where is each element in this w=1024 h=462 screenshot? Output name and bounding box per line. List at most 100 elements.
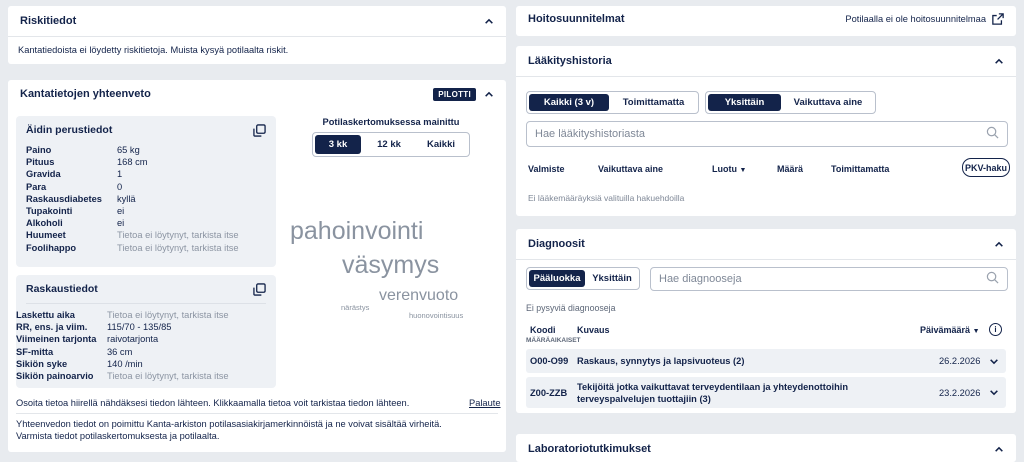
info-row-value: 140 /min [107,358,143,369]
chevron-up-icon[interactable] [484,89,494,99]
info-row[interactable]: Viimeinen tarjonta raivotarjonta [6,333,276,345]
pkv-search-button[interactable]: PKV-haku [962,158,1010,177]
filter-not-delivered[interactable]: Toimittamatta [611,92,696,113]
copy-icon[interactable] [253,282,266,296]
summary-title: Kantatietojen yhteenveto [20,88,151,100]
med-search-input[interactable]: Hae lääkityshistoriasta [526,121,1008,147]
info-row[interactable]: Pituus 168 cm [16,156,276,168]
filter-all-3y[interactable]: Kaikki (3 v) [529,94,609,111]
info-row-value: 65 kg [117,145,140,155]
info-row[interactable]: Sikiön syke 140 /min [6,358,276,370]
mention-word[interactable]: närästys [341,303,369,312]
pregnancy-info-title: Raskaustiedot [26,283,98,295]
diagnosis-description: Raskaus, synnytys ja lapsivuoteus (2) [577,356,745,366]
risk-header[interactable]: Riskitiedot [8,6,506,36]
col-code: Koodi [530,325,556,335]
disclaimer-line-2: Varmista tiedot potilaskertomuksesta ja … [16,431,220,441]
search-icon[interactable] [986,126,999,142]
info-row-label: Para [26,181,47,192]
chevron-up-icon[interactable] [994,56,1004,66]
diagnosis-code: O00-O99 [530,356,569,366]
info-row-label: Alkoholi [26,218,63,229]
care-plan-card: Hoitosuunnitelmat Potilaalla ei ole hoit… [516,6,1016,36]
chevron-up-icon[interactable] [994,444,1004,454]
tab-3kk[interactable]: 3 kk [315,135,361,154]
info-row[interactable]: Laskettu aika Tietoa ei löytynyt, tarkist… [6,309,276,321]
tab-individual[interactable]: Yksittäin [587,268,637,289]
col-date-label: Päivämäärä [920,325,971,335]
mother-info-panel: Äidin perustiedot Paino 65 kg Pituus 168 cm… [16,116,276,267]
info-row-value: Tietoa ei löytynyt, tarkista itse [107,310,229,320]
mention-word[interactable]: verenvuoto [379,287,458,305]
info-row-value: Tietoa ei löytynyt, tarkista itse [117,230,239,241]
no-permanent-diagnoses: Ei pysyviä diagnooseja [526,303,616,313]
info-row-label: RR, ens. ja viim. [16,322,88,333]
med-empty-message: Ei lääkemääräyksiä valituilla hakuehdoil… [528,193,685,203]
info-row[interactable]: SF-mitta 36 cm [6,346,276,358]
table-row[interactable]: Z00-ZZB Tekijöitä jotka vaikuttavat terv… [526,377,1006,408]
summary-header[interactable]: Kantatietojen yhteenveto PILOTTI [8,80,506,108]
info-row-label: Tupakointi [26,206,73,217]
mention-word[interactable]: huonovointisuus [409,311,463,320]
info-row-label: Huumeet [26,230,66,241]
info-row[interactable]: RR, ens. ja viim. 115/70 - 135/85 [6,321,276,333]
mention-word[interactable]: pahoinvointi [290,217,423,246]
copy-icon[interactable] [253,123,266,137]
diagnosis-date: 23.2.2026 [939,387,981,398]
col-toimittamatta[interactable]: Toimittamatta [831,164,889,174]
col-vaikuttava-aine[interactable]: Vaikuttava aine [598,164,663,174]
info-row[interactable]: Huumeet Tietoa ei löytynyt, tarkista itse [16,229,276,241]
mention-word[interactable]: väsymys [342,251,439,280]
chevron-down-icon[interactable] [989,388,999,398]
mentions-period-tabs: 3 kk 12 kk Kaikki [312,132,470,157]
info-row-label: Sikiön syke [16,358,68,369]
filter-active-ingredient[interactable]: Vaikuttava aine [783,92,873,113]
info-row-value: kyllä [117,193,136,204]
info-row[interactable]: Gravida 1 [16,168,276,180]
lab-card: Laboratoriotutkimukset [516,434,1016,462]
info-row-value: 115/70 - 135/85 [107,322,172,333]
info-row[interactable]: Raskausdiabetes kyllä [16,193,276,205]
risk-message: Kantatiedoista ei löydetty riskitietoja.… [18,45,289,55]
info-row[interactable]: Para 0 [16,181,276,193]
info-row[interactable]: Sikiön painoarvio Tietoa ei löytynyt, tar… [6,370,276,382]
info-row-value: 1 [117,169,123,180]
info-row-value: Tietoa ei löytynyt, tarkista itse [117,242,239,253]
col-date[interactable]: Päivämäärä ▼ [920,325,980,335]
diagnosis-search-placeholder: Hae diagnooseja [659,273,742,285]
pregnancy-info-panel: Raskaustiedot Laskettu aika Tietoa ei löy… [16,275,276,388]
med-history-header[interactable]: Lääkityshistoria [516,46,1016,76]
table-row[interactable]: O00-O99 Raskaus, synnytys ja lapsivuoteu… [526,349,1006,373]
col-valmiste[interactable]: Valmiste [528,164,565,174]
care-plan-link[interactable]: Potilaalla ei ole hoitosuunnitelmaa [845,14,986,24]
info-row[interactable]: Foolihappo Tietoa ei löytynyt, tarkista i… [16,242,276,254]
search-icon[interactable] [986,271,999,287]
info-row[interactable]: Alkoholi ei [16,217,276,229]
info-icon[interactable]: i [989,323,1002,336]
lab-header[interactable]: Laboratoriotutkimukset [516,434,1016,462]
diagnosis-search-input[interactable]: Hae diagnooseja [650,267,1008,291]
chevron-down-icon[interactable] [989,356,999,366]
info-row-label: Gravida [26,169,61,180]
info-row[interactable]: Tupakointi ei [16,205,276,217]
mother-info-title: Äidin perustiedot [26,124,113,136]
info-row-label: Pituus [26,157,55,168]
diagnoses-header[interactable]: Diagnoosit [516,229,1016,259]
chevron-up-icon[interactable] [994,239,1004,249]
info-row-label: Paino [26,145,52,155]
filter-individual[interactable]: Yksittäin [708,94,781,111]
diagnosis-date: 26.2.2026 [939,356,981,366]
summary-card: Kantatietojen yhteenveto PILOTTI Äidin p… [8,80,506,452]
external-link-icon[interactable] [992,13,1004,25]
chevron-up-icon[interactable] [484,16,494,26]
tab-main-class[interactable]: Pääluokka [529,270,585,287]
col-luotu[interactable]: Luotu ▼ [712,164,746,174]
info-row-label: Raskausdiabetes [26,193,102,204]
info-row-value: Tietoa ei löytynyt, tarkista itse [107,371,229,382]
col-maara[interactable]: Määrä [777,164,803,174]
tab-kaikki[interactable]: Kaikki [415,133,467,156]
info-row-label: Sikiön painoarvio [16,371,94,382]
info-row[interactable]: Paino 65 kg [16,144,276,156]
feedback-link[interactable]: Palaute [469,398,501,408]
tab-12kk[interactable]: 12 kk [363,133,415,156]
